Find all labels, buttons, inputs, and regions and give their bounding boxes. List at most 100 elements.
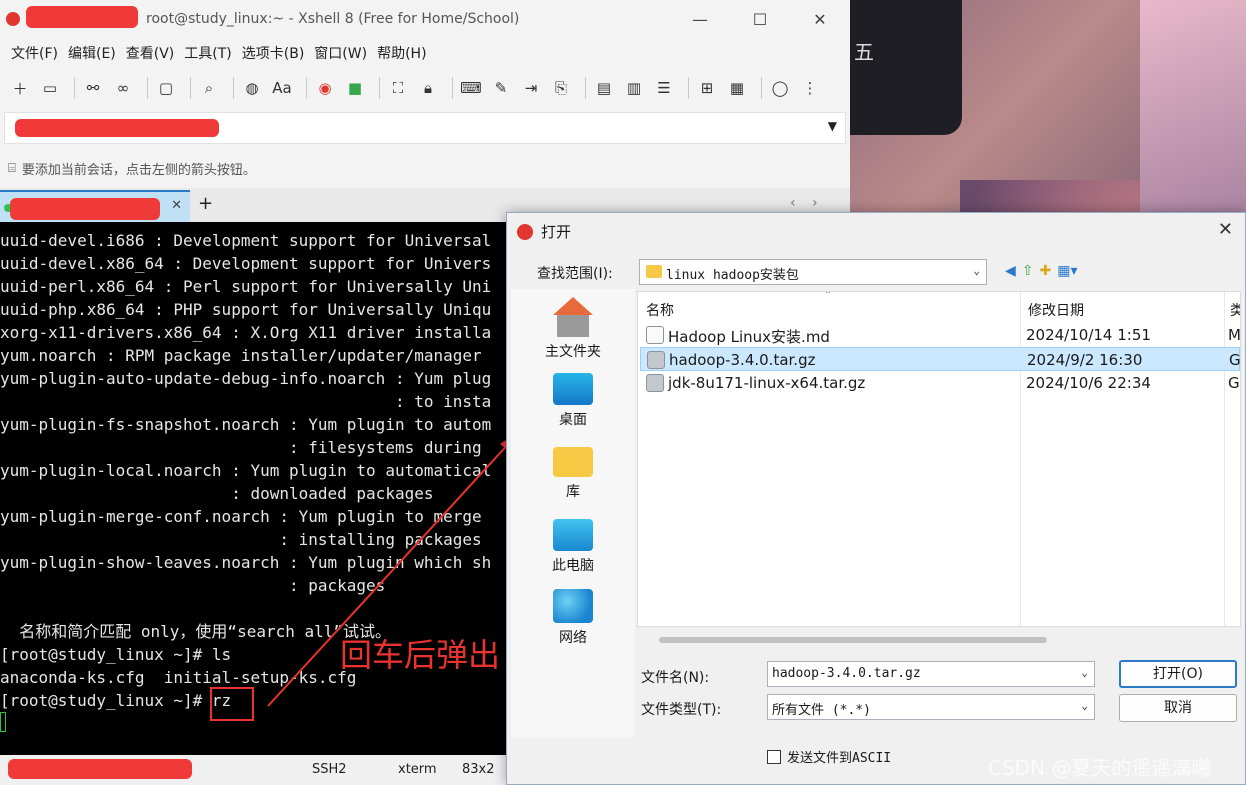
script-icon[interactable]: ⎘ xyxy=(549,76,573,100)
up-folder-icon[interactable]: ⇧ xyxy=(1022,263,1034,279)
chevron-down-icon[interactable]: ⌄ xyxy=(1081,666,1088,679)
chat-icon[interactable]: ◯ xyxy=(768,76,792,100)
menu-bar: 文件(F) 编辑(E) 查看(V) 工具(T) 选项卡(B) 窗口(W) 帮助(… xyxy=(0,38,850,68)
address-bar[interactable]: ▼ xyxy=(4,112,846,144)
open-button[interactable]: 打开(O) xyxy=(1119,660,1237,688)
file-row[interactable]: Hadoop Linux安装.md 2024/10/14 1:51 M xyxy=(640,323,1240,347)
terminal-line: yum-plugin-auto-update-debug-info.noarch… xyxy=(0,369,492,388)
minimize-icon[interactable]: — xyxy=(670,0,730,38)
menu-edit[interactable]: 编辑(E) xyxy=(63,43,121,63)
terminal-line: [root@study_linux ~]# rz xyxy=(0,691,232,710)
home-icon xyxy=(553,297,593,337)
keyboard-icon[interactable]: ⌨ xyxy=(459,76,483,100)
menu-view[interactable]: 查看(V) xyxy=(121,43,180,63)
disconnect-icon[interactable]: ⚯ xyxy=(81,76,105,100)
session-hint: ⌸ 要添加当前会话，点击左侧的箭头按钮。 xyxy=(8,156,256,180)
menu-tools[interactable]: 工具(T) xyxy=(179,43,236,63)
close-icon[interactable]: ✕ xyxy=(1218,219,1233,240)
open-folder-icon[interactable]: ▭ xyxy=(38,76,62,100)
toolbar-divider xyxy=(585,77,586,99)
transfer-icon[interactable]: ⇥ xyxy=(519,76,543,100)
add-tab-icon[interactable]: ⊞ xyxy=(695,76,719,100)
file-row-selected[interactable]: hadoop-3.4.0.tar.gz 2024/9/2 16:30 G xyxy=(640,347,1240,371)
terminal-line: : filesystems during xyxy=(0,438,492,457)
menu-file[interactable]: 文件(F) xyxy=(6,43,63,63)
list-icon[interactable]: ☰ xyxy=(652,76,676,100)
close-tab-icon[interactable]: ✕ xyxy=(171,198,182,213)
new-window-icon[interactable]: ▢ xyxy=(154,76,178,100)
file-list[interactable]: 名称 ⌃ 修改日期 类 Hadoop Linux安装.md 2024/10/14… xyxy=(637,291,1241,627)
fullscreen-icon[interactable]: ⛶ xyxy=(386,76,410,100)
maximize-icon[interactable]: ☐ xyxy=(730,0,790,38)
chevron-down-icon[interactable]: ▼ xyxy=(828,119,837,133)
menu-tabs[interactable]: 选项卡(B) xyxy=(237,43,310,63)
terminal-line: : packages xyxy=(0,576,386,595)
filename-input[interactable]: hadoop-3.4.0.tar.gz ⌄ xyxy=(767,661,1095,687)
file-row[interactable]: jdk-8u171-linux-x64.tar.gz 2024/10/6 22:… xyxy=(640,371,1240,395)
column-header-type[interactable]: 类 xyxy=(1230,300,1240,320)
look-in-label: 查找范围(I): xyxy=(537,266,613,282)
terminal-line: yum.noarch : RPM package installer/updat… xyxy=(0,346,482,365)
terminal-line: [root@study_linux ~]# ls xyxy=(0,645,232,664)
markdown-file-icon xyxy=(646,326,664,344)
notes-icon[interactable]: ▥ xyxy=(622,76,646,100)
close-icon[interactable]: ✕ xyxy=(790,0,850,38)
file-type: M xyxy=(1228,326,1241,344)
layout-icon[interactable]: ▦ xyxy=(725,76,749,100)
place-desktop[interactable]: 桌面 xyxy=(531,373,615,429)
column-header-name[interactable]: 名称 xyxy=(646,300,674,320)
toolbar: ＋ ▭ ⚯ ∞ ▢ ⌕ ◍ Aa ◉ ■ ⛶ 🔒︎ ⌨ ✎ ⇥ ⎘ ▤ ▥ ☰ … xyxy=(0,68,850,108)
session-tab[interactable]: ✕ xyxy=(0,190,190,222)
menu-help[interactable]: 帮助(H) xyxy=(372,43,431,63)
ascii-option[interactable]: 发送文件到ASCII xyxy=(767,747,891,766)
back-icon[interactable]: ◀ xyxy=(1005,263,1016,279)
search-icon[interactable]: ⌕ xyxy=(197,76,221,100)
globe-icon[interactable]: ◍ xyxy=(240,76,264,100)
font-icon[interactable]: Aa xyxy=(270,76,294,100)
new-session-icon[interactable]: ＋ xyxy=(8,76,32,100)
session-add-icon[interactable]: ⌸ xyxy=(8,161,16,176)
new-folder-icon[interactable]: ✚ xyxy=(1040,263,1052,279)
log-icon[interactable]: ▤ xyxy=(592,76,616,100)
widget-text: 五 xyxy=(854,40,874,64)
add-tab-icon[interactable]: + xyxy=(198,193,213,214)
chevron-down-icon[interactable]: ⌄ xyxy=(973,264,980,277)
dialog-title-bar: 打开 xyxy=(517,221,571,242)
xshell-app-icon xyxy=(6,12,20,26)
place-label: 主文件夹 xyxy=(545,344,601,360)
sort-ascending-icon: ⌃ xyxy=(824,291,833,301)
file-name: Hadoop Linux安装.md xyxy=(668,328,830,346)
xftp-icon[interactable]: ■ xyxy=(343,76,367,100)
menu-window[interactable]: 窗口(W) xyxy=(309,43,372,63)
more-icon[interactable]: ⋮ xyxy=(798,76,822,100)
toolbar-divider xyxy=(74,77,75,99)
chevron-down-icon[interactable]: ⌄ xyxy=(1081,699,1088,712)
place-library[interactable]: 库 xyxy=(531,447,615,501)
place-label: 网络 xyxy=(559,630,587,646)
column-header-date[interactable]: 修改日期 xyxy=(1028,300,1084,320)
filename-value: hadoop-3.4.0.tar.gz xyxy=(772,666,921,681)
place-this-pc[interactable]: 此电脑 xyxy=(531,519,615,575)
toolbar-divider xyxy=(761,77,762,99)
cancel-button[interactable]: 取消 xyxy=(1119,694,1237,722)
ascii-checkbox[interactable] xyxy=(767,749,781,764)
reconnect-icon[interactable]: ∞ xyxy=(111,76,135,100)
compose-icon[interactable]: ✎ xyxy=(489,76,513,100)
ascii-label: 发送文件到ASCII xyxy=(787,751,892,766)
file-type: G xyxy=(1229,351,1241,369)
toolbar-divider xyxy=(233,77,234,99)
view-menu-icon[interactable]: ▦▾ xyxy=(1057,263,1077,279)
place-home[interactable]: 主文件夹 xyxy=(531,297,615,361)
filetype-value: 所有文件 (*.*) xyxy=(772,703,871,718)
xshell-logo-icon[interactable]: ◉ xyxy=(313,76,337,100)
navigation-icons: ◀ ⇧ ✚ ▦▾ xyxy=(1005,263,1078,279)
look-in-select[interactable]: linux hadoop安装包 ⌄ xyxy=(639,259,987,285)
filetype-select[interactable]: 所有文件 (*.*) ⌄ xyxy=(767,694,1095,720)
terminal-line: yum-plugin-local.noarch : Yum plugin to … xyxy=(0,461,492,480)
lock-icon[interactable]: 🔒︎ xyxy=(416,76,440,100)
places-bar: 主文件夹 桌面 库 此电脑 网络 xyxy=(511,289,635,737)
horizontal-scrollbar[interactable] xyxy=(659,637,1047,643)
terminal-line: : downloaded packages xyxy=(0,484,434,503)
place-network[interactable]: 网络 xyxy=(531,589,615,647)
terminal-type-status: xterm xyxy=(398,762,437,777)
